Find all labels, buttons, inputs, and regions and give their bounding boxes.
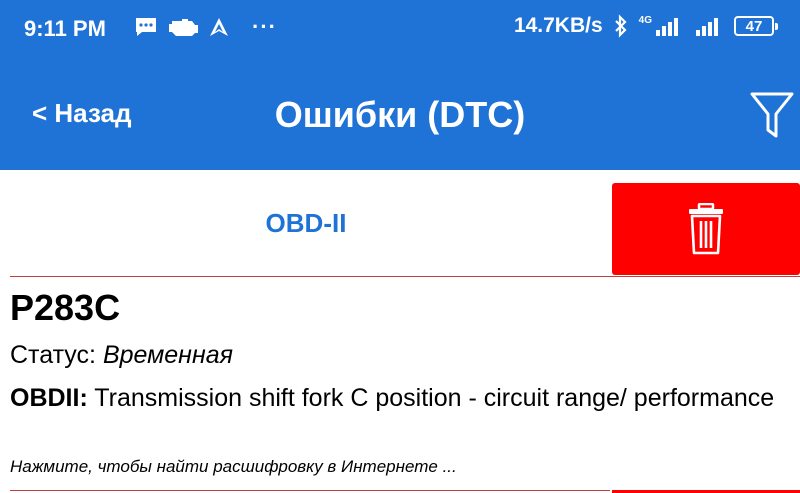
description-text: Transmission shift fork C position - cir… bbox=[94, 384, 775, 412]
navigation-icon bbox=[210, 18, 228, 36]
dtc-description: OBDII: Transmission shift fork C positio… bbox=[10, 381, 780, 416]
engine-icon bbox=[169, 19, 198, 36]
delete-button[interactable] bbox=[612, 183, 800, 275]
message-icon bbox=[136, 18, 156, 36]
back-button[interactable]: < Назад bbox=[32, 98, 132, 129]
battery-icon: 47 bbox=[734, 16, 778, 36]
notification-icons: ··· bbox=[134, 14, 277, 40]
status-bar: 9:11 PM ··· 14.7KB/s 4G 47 bbox=[0, 0, 800, 60]
status-right: 14.7KB/s 4G 47 bbox=[513, 14, 778, 38]
description-label: OBDII: bbox=[10, 384, 88, 412]
dtc-list-item[interactable]: P283C Статус: Временная OBDII: Transmiss… bbox=[0, 277, 800, 493]
more-notifications-icon: ··· bbox=[252, 14, 277, 39]
status-value: Временная bbox=[102, 341, 233, 369]
tab-row: OBD-II bbox=[0, 170, 800, 277]
network-type: 4G bbox=[639, 15, 684, 37]
filter-icon[interactable] bbox=[748, 90, 796, 142]
status-label: Статус: bbox=[10, 341, 96, 369]
navigation-bar: < Назад Ошибки (DTC) bbox=[0, 60, 800, 170]
tab-obd-ii[interactable]: OBD-II bbox=[0, 170, 612, 277]
search-hint[interactable]: Нажмите, чтобы найти расшифровку в Интер… bbox=[10, 457, 457, 477]
trash-icon bbox=[689, 203, 723, 255]
bluetooth-icon bbox=[614, 14, 627, 38]
network-speed: 14.7KB/s bbox=[513, 14, 603, 37]
status-time: 9:11 PM bbox=[24, 16, 106, 41]
list-divider-bottom bbox=[10, 490, 610, 491]
signal-icon-2 bbox=[696, 18, 718, 36]
dtc-status: Статус: Временная bbox=[10, 341, 233, 370]
signal-icon bbox=[656, 18, 678, 36]
dtc-code: P283C bbox=[10, 287, 121, 328]
